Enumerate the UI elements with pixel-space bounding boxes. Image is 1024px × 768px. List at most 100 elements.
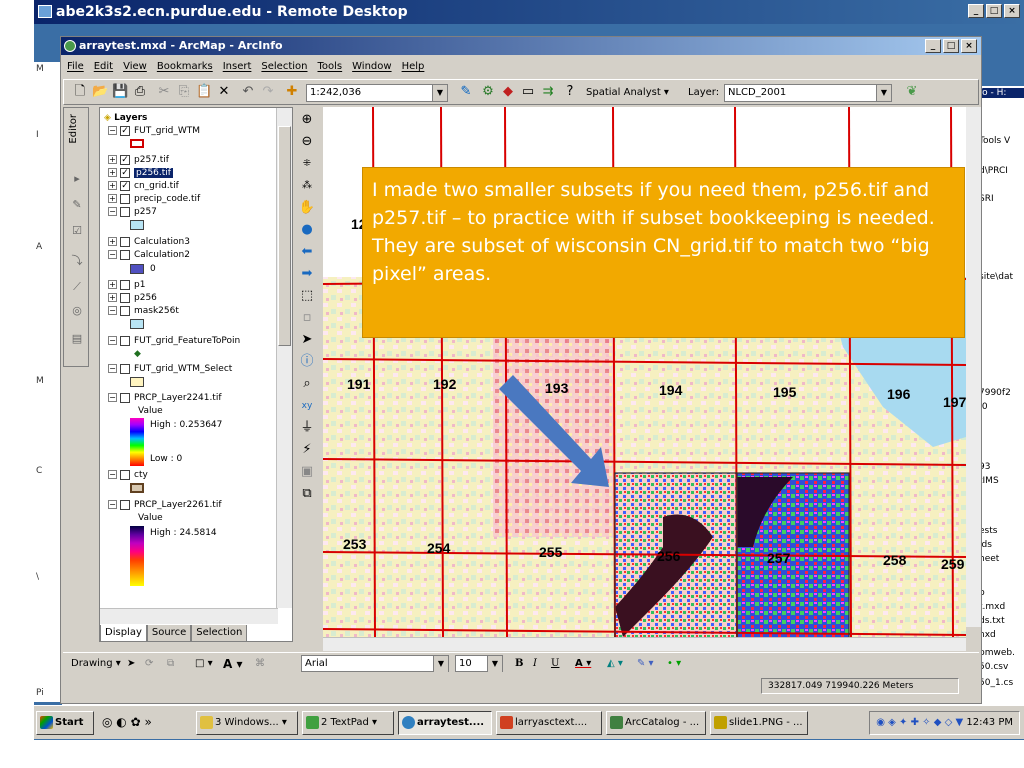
menu-edit[interactable]: Edit (94, 57, 113, 77)
layer-checkbox[interactable] (120, 249, 130, 260)
maximize-button[interactable]: □ (986, 4, 1002, 18)
start-button[interactable]: Start (36, 711, 94, 735)
layer-checkbox[interactable] (120, 392, 130, 403)
zoom-in-icon[interactable]: ⊕ (298, 111, 316, 129)
toc-layer-select[interactable]: − FUT_grid_WTM_Select (108, 363, 232, 375)
pan-icon[interactable]: ✋ (298, 199, 316, 217)
paste-icon[interactable]: 📋 (196, 84, 212, 100)
layer-checkbox[interactable] (120, 279, 130, 290)
rotate-icon[interactable]: ⟳ (145, 653, 153, 675)
menu-selection[interactable]: Selection (261, 57, 307, 77)
toc-layer-calc3[interactable]: + Calculation3 (108, 236, 190, 248)
editor-label[interactable]: Editor (68, 114, 79, 144)
split-icon[interactable]: ⤵ (70, 252, 84, 267)
taskbar-item-arcmap[interactable]: arraytest.... (398, 711, 492, 735)
quicklaunch-icons[interactable]: ◎ ◐ ✿ » (102, 715, 152, 729)
taskbar-item-windows[interactable]: 3 Windows... ▾ (196, 711, 298, 735)
bold-button[interactable]: B (515, 653, 523, 675)
edit-tool-icon[interactable]: ▸ (70, 172, 84, 186)
layer-checkbox[interactable] (120, 499, 130, 510)
layer-checkbox[interactable]: ✓ (120, 125, 130, 136)
toc-layer-p256b[interactable]: + p256 (108, 292, 157, 304)
attributes-icon[interactable]: ▤ (70, 332, 84, 346)
menu-bookmarks[interactable]: Bookmarks (157, 57, 213, 77)
layer-checkbox[interactable] (120, 305, 130, 316)
toc-root[interactable]: ◈ Layers (104, 112, 147, 124)
close-button[interactable]: × (1004, 4, 1020, 18)
toc-layer-prcp2[interactable]: − PRCP_Layer2261.tif (108, 499, 222, 511)
open-folder-icon[interactable]: 📂 (92, 84, 108, 100)
fixed-zoom-in-icon[interactable]: ⁜ (298, 155, 316, 173)
chevron-down-icon[interactable]: ▼ (433, 656, 448, 672)
underline-button[interactable]: U (551, 653, 559, 675)
map-vertical-scrollbar[interactable] (966, 107, 981, 627)
select-features-icon[interactable]: ⬚ (298, 287, 316, 305)
copy-icon[interactable]: ⎘ (176, 84, 192, 100)
print-icon[interactable]: ⎙ (132, 84, 148, 100)
menu-window[interactable]: Window (352, 57, 391, 77)
chevron-down-icon[interactable]: ▼ (487, 656, 502, 672)
redo-icon[interactable]: ↷ (260, 84, 276, 100)
forward-extent-icon[interactable]: ➡ (298, 265, 316, 283)
line-tool-icon[interactable]: ⟋ (70, 280, 84, 294)
minimize-button[interactable]: _ (968, 4, 984, 18)
layer-checkbox[interactable]: ✓ (120, 180, 130, 191)
html-popup-icon[interactable]: ▣ (298, 463, 316, 481)
remote-desktop-titlebar[interactable]: abe2k3s2.ecn.purdue.edu - Remote Desktop… (34, 0, 1024, 24)
taskbar-item-textpad[interactable]: 2 TextPad ▾ (302, 711, 394, 735)
toc-layer-precip[interactable]: + precip_code.tif (108, 193, 200, 205)
menu-help[interactable]: Help (402, 57, 425, 77)
tab-display[interactable]: Display (100, 625, 147, 641)
toc-layer-p256[interactable]: + ✓ p256.tif (108, 167, 173, 179)
sketch-tool-icon[interactable]: ✎ (70, 198, 84, 212)
command-line-icon[interactable]: ▭ (520, 84, 536, 100)
layer-checkbox[interactable] (120, 469, 130, 480)
arcmap-close-button[interactable]: × (961, 39, 977, 53)
find-icon[interactable]: ⌕ (298, 375, 316, 393)
arcmap-maximize-button[interactable]: □ (943, 39, 959, 53)
menu-tools[interactable]: Tools (318, 57, 343, 77)
rectangle-icon[interactable]: □ ▾ (195, 653, 213, 675)
menu-view[interactable]: View (123, 57, 147, 77)
toc-layer-prcp1[interactable]: − PRCP_Layer2241.tif (108, 392, 222, 404)
cut-icon[interactable]: ✂ (156, 84, 172, 100)
fixed-zoom-out-icon[interactable]: ⁂ (298, 177, 316, 195)
font-combo[interactable]: Arial ▼ (301, 655, 449, 672)
zoom-out-icon[interactable]: ⊖ (298, 133, 316, 151)
drawing-menu[interactable]: Drawing ▾ (71, 653, 121, 675)
taskbar-item-slide1[interactable]: slide1.PNG - ... (710, 711, 808, 735)
taskbar-item-larryasctext[interactable]: larryasctext.... (496, 711, 602, 735)
text-icon[interactable]: A ▾ (223, 653, 243, 675)
layer-checkbox[interactable]: ✓ (120, 167, 130, 178)
clear-selection-icon[interactable]: ▫ (298, 309, 316, 327)
tray-icons[interactable]: ◉ ◈ ✦ ✚ ✧ ◆ ◇ ▼ (876, 717, 963, 728)
toc-layer-cn-grid[interactable]: + ✓ cn_grid.tif (108, 180, 179, 192)
layer-checkbox[interactable] (120, 363, 130, 374)
layer-checkbox[interactable] (120, 206, 130, 217)
spatial-analyst-menu[interactable]: Spatial Analyst ▾ (586, 85, 669, 101)
arcmap-minimize-button[interactable]: _ (925, 39, 941, 53)
back-extent-icon[interactable]: ⬅ (298, 243, 316, 261)
menu-insert[interactable]: Insert (223, 57, 252, 77)
rotate-icon[interactable]: ◎ (70, 304, 84, 318)
select-arrow-icon[interactable]: ➤ (127, 653, 135, 675)
font-color-icon[interactable]: A ▾ (575, 653, 591, 675)
full-extent-icon[interactable]: ● (298, 221, 316, 239)
editor-toolbar-icon[interactable]: ✎ (458, 84, 474, 100)
toc-vertical-scrollbar[interactable] (276, 108, 292, 608)
save-icon[interactable]: 💾 (112, 84, 128, 100)
toc-layer-mask[interactable]: − mask256t (108, 305, 179, 317)
map-horizontal-scrollbar[interactable] (323, 637, 966, 651)
check-icon[interactable]: ☑ (70, 224, 84, 238)
tab-source[interactable]: Source (146, 625, 192, 641)
system-tray[interactable]: ◉ ◈ ✦ ✚ ✧ ◆ ◇ ▼ 12:43 PM (869, 711, 1020, 735)
fill-color-icon[interactable]: ◭ ▾ (607, 653, 623, 675)
toc-layer-cty[interactable]: − cty (108, 469, 148, 481)
spatial-analyst-tool-icon[interactable]: ❦ (904, 84, 920, 100)
chevron-down-icon[interactable]: ▼ (432, 85, 447, 101)
map-scale-combo[interactable]: 1:242,036 ▼ (306, 84, 448, 102)
layer-checkbox[interactable] (120, 193, 130, 204)
layer-checkbox[interactable] (120, 292, 130, 303)
toc-layer-calc2[interactable]: − Calculation2 (108, 249, 190, 261)
toc-layer-feature[interactable]: − FUT_grid_FeatureToPoin (108, 335, 240, 347)
